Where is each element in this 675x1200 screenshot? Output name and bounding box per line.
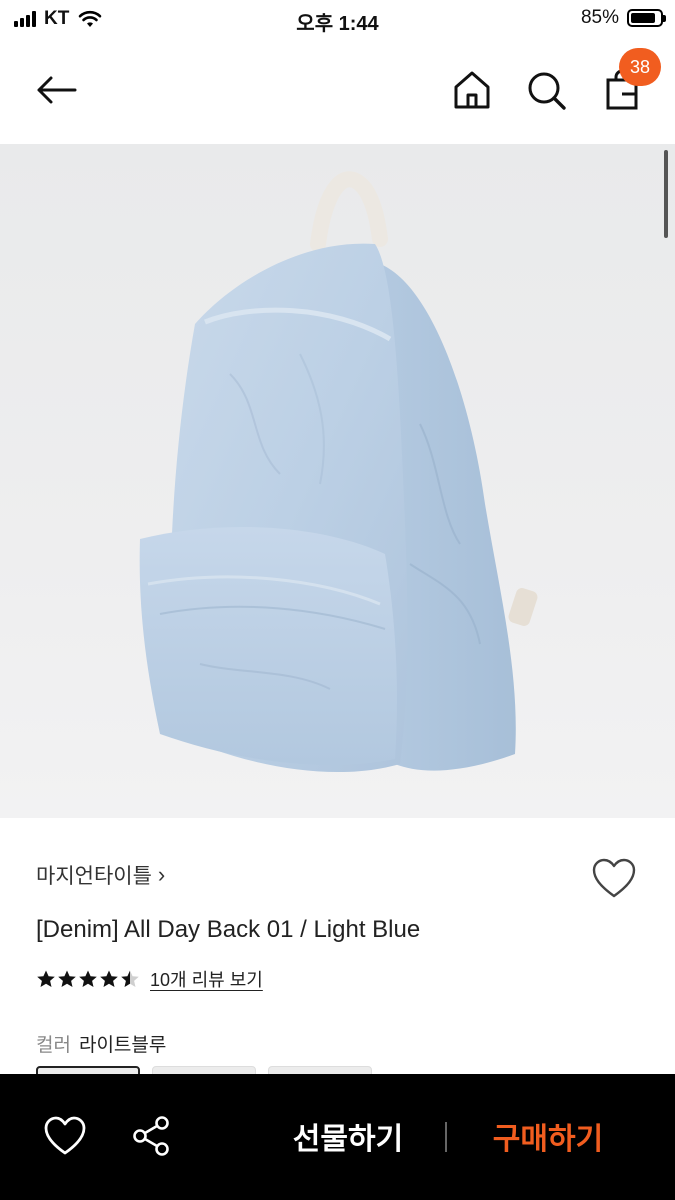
- bottom-wishlist-button[interactable]: [42, 1114, 88, 1158]
- color-label: 컬러: [36, 1035, 71, 1056]
- search-button[interactable]: [524, 68, 568, 112]
- rating-row: 10개 리뷰 보기: [36, 966, 263, 992]
- star-icon: [58, 970, 76, 987]
- color-row: 컬러 라이트블루: [36, 1030, 166, 1057]
- color-value: 라이트블루: [78, 1035, 167, 1056]
- share-icon: [133, 1116, 169, 1156]
- arrow-left-icon: [37, 76, 77, 104]
- product-title: [Denim] All Day Back 01 / Light Blue: [36, 916, 421, 943]
- star-icon: [100, 970, 118, 987]
- product-image[interactable]: [0, 144, 675, 818]
- back-button[interactable]: [30, 68, 82, 112]
- wishlist-button[interactable]: [590, 856, 638, 900]
- rating-stars: [36, 969, 140, 989]
- home-icon: [454, 71, 490, 109]
- home-button[interactable]: [450, 68, 494, 112]
- star-icon: [121, 970, 139, 987]
- battery-percent: 85%: [580, 7, 619, 28]
- gift-button[interactable]: 선물하기: [270, 1106, 426, 1166]
- battery-icon: [627, 9, 666, 27]
- bottom-divider: [445, 1122, 447, 1152]
- brand-name: 마지언타이틀: [36, 865, 152, 888]
- heart-icon: [44, 1116, 86, 1155]
- buy-button[interactable]: 구매하기: [468, 1106, 628, 1166]
- backpack-image: [139, 171, 538, 773]
- brand-link[interactable]: 마지언타이틀 ›: [36, 860, 165, 890]
- cart-badge: 38: [619, 48, 661, 86]
- search-icon: [528, 72, 566, 110]
- chevron-right-icon: ›: [157, 862, 166, 887]
- star-icon: [79, 970, 97, 987]
- review-link[interactable]: 10개 리뷰 보기: [150, 966, 263, 992]
- status-right: 85%: [580, 7, 666, 29]
- clock: 오후 1:44: [296, 13, 379, 35]
- bottom-action-bar: 선물하기 구매하기: [0, 1074, 675, 1200]
- star-icon: [37, 970, 55, 987]
- battery-fill: [631, 13, 655, 23]
- navigation-bar: 38: [0, 38, 675, 144]
- image-scroll-indicator: [664, 150, 668, 238]
- share-button[interactable]: [130, 1114, 174, 1158]
- status-bar: KT 오후 1:44 85%: [0, 0, 675, 38]
- heart-outline-icon: [592, 858, 636, 898]
